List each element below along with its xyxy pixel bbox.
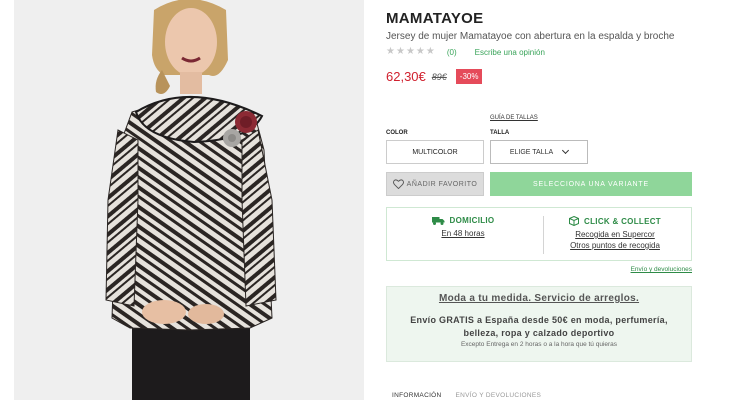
product-photo-illustration [14, 0, 364, 400]
add-favorite-button[interactable]: AÑADIR FAVORITO [386, 172, 484, 196]
size-guide-link[interactable]: GUÍA DE TALLAS [490, 115, 538, 121]
click-collect-title: CLICK & COLLECT [584, 216, 661, 226]
product-brand: MAMATAYOE [386, 10, 484, 27]
chevron-down-icon [562, 146, 570, 155]
promo-box: Moda a tu medida. Servicio de arreglos. … [386, 286, 692, 362]
heart-icon [392, 179, 404, 189]
tab-information[interactable]: INFORMACIÓN [392, 392, 442, 399]
add-favorite-label: AÑADIR FAVORITO [406, 180, 478, 188]
home-delivery-heading: DOMICILIO [431, 216, 495, 225]
product-image[interactable] [14, 0, 364, 400]
tab-shipping-returns[interactable]: ENVÍO Y DEVOLUCIONES [456, 392, 542, 399]
home-delivery-link[interactable]: En 48 horas [441, 229, 484, 238]
current-price: 62,30€ [386, 69, 426, 84]
price-row: 62,30€ 89€ -30% [386, 69, 483, 84]
star-icon: ★ [395, 46, 405, 57]
color-label: COLOR [386, 130, 408, 136]
star-icon: ★ [405, 46, 415, 57]
click-collect-option: CLICK & COLLECT Recogida en Supercor Otr… [539, 208, 691, 260]
color-option[interactable]: MULTICOLOR [386, 140, 484, 164]
pickup-supercor-link[interactable]: Recogida en Supercor [575, 230, 655, 239]
shipping-returns-link[interactable]: Envío y devoluciones [631, 266, 692, 273]
select-variant-label: SELECCIONA UNA VARIANTE [533, 180, 649, 188]
star-icon: ★ [415, 46, 425, 57]
product-tabs: INFORMACIÓN ENVÍO Y DEVOLUCIONES [392, 392, 541, 399]
rating-stars[interactable]: ★ ★ ★ ★ ★ [386, 47, 435, 57]
home-delivery-option: DOMICILIO En 48 horas [387, 208, 539, 260]
product-title: Jersey de mujer Mamatayoe con abertura e… [386, 31, 675, 42]
original-price: 89€ [431, 71, 447, 82]
review-count[interactable]: (0) [447, 48, 457, 57]
home-delivery-title: DOMICILIO [449, 216, 495, 225]
alterations-service-link[interactable]: Moda a tu medida. Servicio de arreglos. [387, 293, 691, 304]
truck-icon [431, 217, 445, 225]
size-select[interactable]: ELIGE TALLA [490, 140, 588, 164]
select-variant-button[interactable]: SELECCIONA UNA VARIANTE [490, 172, 692, 196]
product-details-panel: MAMATAYOE Jersey de mujer Mamatayoe con … [386, 0, 696, 400]
size-label: TALLA [490, 130, 510, 136]
delivery-divider [543, 216, 544, 254]
star-icon: ★ [386, 46, 395, 57]
delivery-options: DOMICILIO En 48 horas CLICK & COLLECT Re… [386, 207, 692, 261]
free-shipping-note: Excepto Entrega en 2 horas o a la hora q… [460, 341, 618, 348]
star-icon: ★ [425, 46, 435, 57]
box-icon [569, 216, 580, 226]
free-shipping-text: Envío GRATIS a España desde 50€ en moda,… [410, 315, 668, 338]
size-select-label: ELIGE TALLA [509, 148, 554, 156]
rating-row: ★ ★ ★ ★ ★ (0) Escribe una opinión [386, 46, 545, 58]
write-review-link[interactable]: Escribe una opinión [475, 48, 545, 57]
click-collect-heading: CLICK & COLLECT [569, 216, 661, 226]
color-option-label: MULTICOLOR [412, 148, 458, 156]
discount-badge: -30% [455, 69, 483, 84]
other-pickup-points-link[interactable]: Otros puntos de recogida [570, 241, 660, 250]
